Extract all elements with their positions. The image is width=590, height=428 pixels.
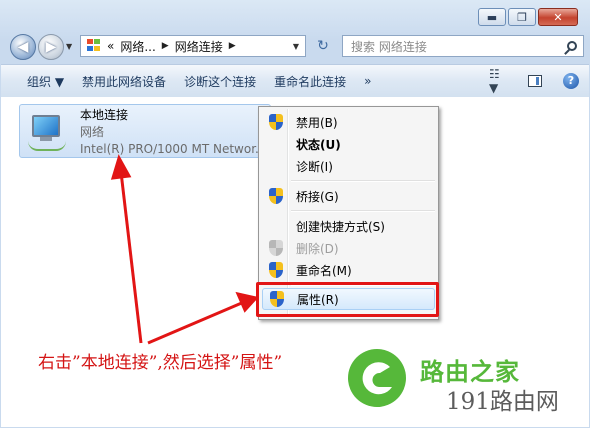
watermark-subtitle: 191路由网 (446, 389, 559, 415)
arrow-to-connection (119, 171, 143, 344)
arrow-to-properties (147, 300, 245, 345)
router-home-logo-icon (348, 349, 406, 407)
arrow-head-right-icon (235, 291, 259, 313)
arrow-head-up-icon (110, 154, 132, 180)
instruction-caption: 右击”本地连接”,然后选择”属性” (38, 353, 283, 373)
